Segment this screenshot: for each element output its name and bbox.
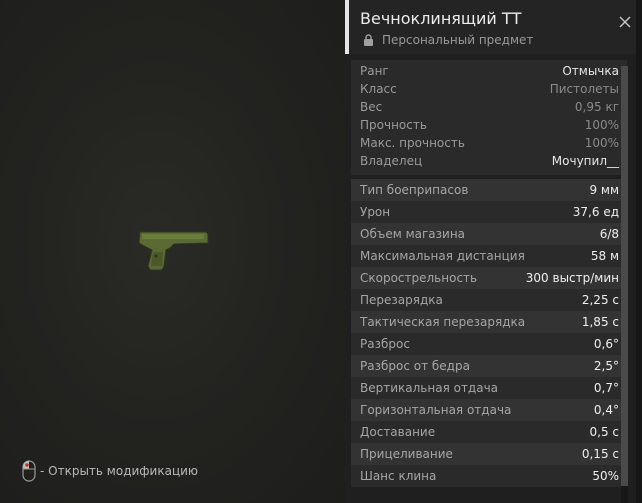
stat-row: Разброс 0,6°	[351, 333, 627, 355]
info-label: Класс	[360, 82, 397, 96]
stat-row: Максимальная дистанция 58 м	[351, 245, 627, 267]
stat-value: 1,85 с	[581, 315, 619, 329]
item-preview-area: - Открыть модификацию	[0, 0, 345, 503]
stat-row: Перезарядка 2,25 с	[351, 289, 627, 311]
item-info-block: Ранг Отмычка Класс Пистолеты Вес 0,95 кг Прочн…	[351, 60, 627, 175]
info-label: Прочность	[360, 118, 427, 132]
stat-label: Разброс	[360, 337, 410, 351]
stat-value: 2,5°	[593, 359, 619, 373]
stat-row: Прицеливание 0,15 с	[351, 443, 627, 465]
item-details-scroll[interactable]: Ранг Отмычка Класс Пистолеты Вес 0,95 кг Прочн…	[351, 60, 627, 503]
subtitle-text: Персональный предмет	[382, 33, 534, 47]
lock-icon	[364, 34, 373, 46]
scrollbar[interactable]	[621, 66, 628, 503]
info-label: Макс. прочность	[360, 136, 465, 150]
stat-label: Объем магазина	[360, 227, 466, 241]
stat-value: 300 выстр/мин	[525, 271, 619, 285]
info-label: Владелец	[360, 154, 423, 168]
stat-value: 0,5 с	[589, 425, 620, 439]
pistol-image	[138, 231, 209, 271]
info-value: Отмычка	[562, 64, 619, 78]
stat-label: Максимальная дистанция	[360, 249, 525, 263]
stat-label: Тактическая перезарядка	[360, 315, 526, 329]
close-icon[interactable]	[618, 15, 632, 29]
stat-value: 0,6°	[593, 337, 619, 351]
info-row: Вес 0,95 кг	[351, 98, 627, 116]
stat-value: 2,25 с	[581, 293, 619, 307]
stat-row: Тип боеприпасов 9 мм	[351, 179, 627, 201]
info-label: Ранг	[360, 64, 389, 78]
info-value: 0,95 кг	[574, 100, 619, 114]
stat-row: Вертикальная отдача 0,7°	[351, 377, 627, 399]
stat-label: Тип боеприпасов	[360, 183, 469, 197]
stat-label: Вертикальная отдача	[360, 381, 499, 395]
stat-value: 0,15 с	[581, 447, 619, 461]
item-subtitle: Персональный предмет	[363, 33, 533, 47]
mouse-icon	[22, 460, 36, 482]
stat-row: Горизонтальная отдача 0,4°	[351, 399, 627, 421]
stat-value: 58 м	[590, 249, 619, 263]
stat-label: Урон	[360, 205, 391, 219]
stat-value: 6/8	[599, 227, 619, 241]
hint-text: - Открыть модификацию	[40, 464, 199, 478]
info-value: Пистолеты	[549, 82, 619, 96]
stat-label: Скорострельность	[360, 271, 478, 285]
stat-label: Прицеливание	[360, 447, 453, 461]
item-header: Вечноклинящий ТТ Персональный предмет	[345, 0, 642, 54]
stat-value: 37,6 ед	[572, 205, 619, 219]
stat-label: Разброс от бедра	[360, 359, 470, 373]
item-details-panel: Вечноклинящий ТТ Персональный предмет Ра…	[345, 0, 642, 503]
modification-hint: - Открыть модификацию	[22, 460, 198, 482]
info-row: Класс Пистолеты	[351, 80, 627, 98]
info-row: Прочность 100%	[351, 116, 627, 134]
stat-row: Скорострельность 300 выстр/мин	[351, 267, 627, 289]
stat-label: Доставание	[360, 425, 436, 439]
stat-value: 9 мм	[589, 183, 619, 197]
scrollbar-thumb[interactable]	[621, 66, 628, 486]
stat-row: Доставание 0,5 с	[351, 421, 627, 443]
info-row: Владелец Мочупил__	[351, 152, 627, 170]
stat-row: Тактическая перезарядка 1,85 с	[351, 311, 627, 333]
stat-row: Урон 37,6 ед	[351, 201, 627, 223]
weapon-stats-table: Тип боеприпасов 9 мм Урон 37,6 ед Объем мага…	[351, 179, 627, 487]
stat-value: 0,4°	[593, 403, 619, 417]
stat-label: Горизонтальная отдача	[360, 403, 512, 417]
stat-row: Объем магазина 6/8	[351, 223, 627, 245]
stat-label: Перезарядка	[360, 293, 443, 307]
info-row: Макс. прочность 100%	[351, 134, 627, 152]
stat-label: Шанс клина	[360, 469, 437, 483]
stat-row: Разброс от бедра 2,5°	[351, 355, 627, 377]
info-label: Вес	[360, 100, 383, 114]
info-value: Мочупил__	[551, 154, 619, 168]
info-row: Ранг Отмычка	[351, 62, 627, 80]
stat-value: 0,7°	[593, 381, 619, 395]
item-title: Вечноклинящий ТТ	[360, 9, 522, 28]
stat-value: 50%	[592, 469, 619, 483]
stat-row: Шанс клина 50%	[351, 465, 627, 487]
panel-edge	[636, 0, 642, 503]
info-value: 100%	[584, 136, 619, 150]
info-value: 100%	[584, 118, 619, 132]
